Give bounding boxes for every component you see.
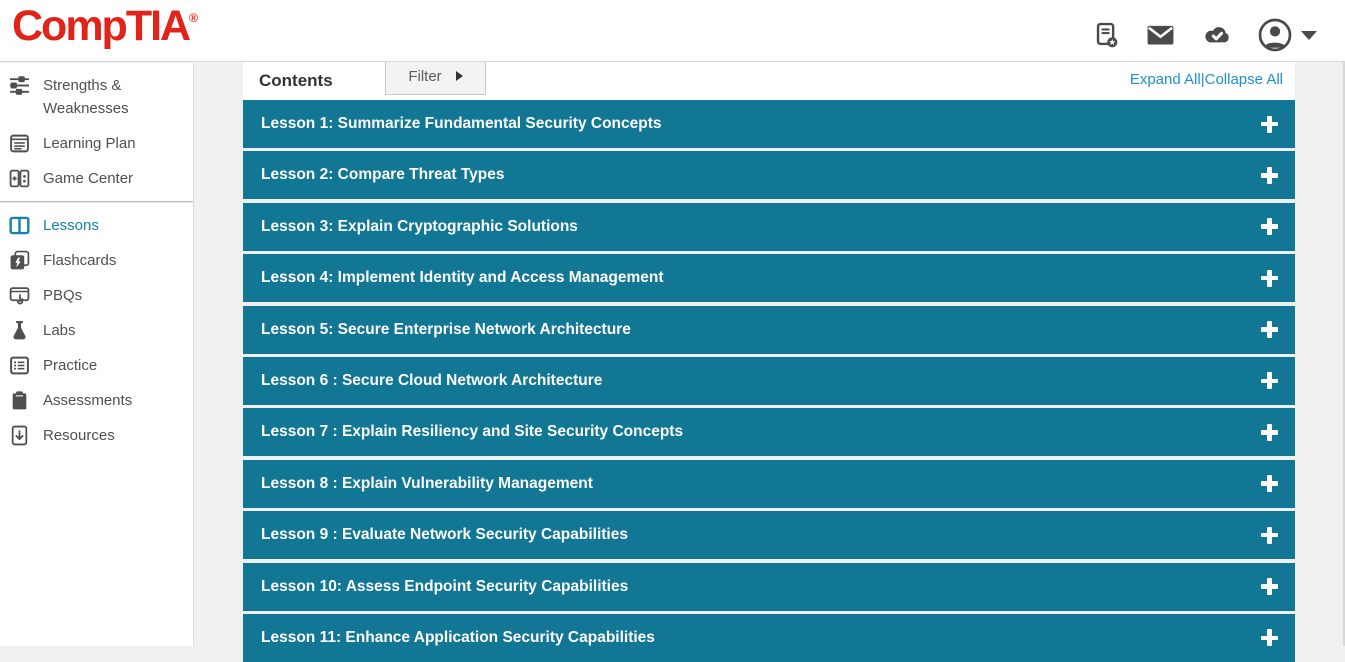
strengths-weaknesses-icon — [9, 75, 30, 96]
lesson-title: Lesson 10: Assess Endpoint Security Capa… — [261, 578, 628, 596]
filter-button-label: Filter — [408, 68, 441, 85]
lesson-accordion[interactable]: Lesson 4: Implement Identity and Access … — [243, 254, 1295, 302]
lesson-accordion[interactable]: Lesson 8 : Explain Vulnerability Managem… — [243, 460, 1295, 508]
account-icon — [1257, 17, 1293, 53]
plus-icon[interactable] — [1261, 527, 1278, 544]
lesson-accordion[interactable]: Lesson 9 : Evaluate Network Security Cap… — [243, 511, 1295, 559]
labs-icon — [9, 320, 30, 341]
lesson-title: Lesson 7 : Explain Resiliency and Site S… — [261, 423, 683, 441]
lesson-accordion[interactable]: Lesson 6 : Secure Cloud Network Architec… — [243, 357, 1295, 405]
sidebar-item-label: Assessments — [43, 389, 132, 412]
plus-icon[interactable] — [1261, 270, 1278, 287]
filter-button[interactable]: Filter — [385, 57, 486, 95]
sidebar-item-learning-plan[interactable]: Learning Plan — [0, 126, 193, 161]
sidebar-item-lessons[interactable]: Lessons — [0, 208, 193, 243]
plus-icon[interactable] — [1261, 424, 1278, 441]
sidebar-item-flashcards[interactable]: Flashcards — [0, 243, 193, 278]
assessments-icon — [9, 390, 30, 411]
flashcards-icon — [9, 250, 30, 271]
mail-icon[interactable] — [1145, 20, 1176, 51]
header-icon-bar — [1092, 17, 1317, 53]
practice-icon — [9, 355, 30, 376]
lesson-title: Lesson 1: Summarize Fundamental Security… — [261, 115, 662, 133]
lesson-accordion-list: Lesson 1: Summarize Fundamental Security… — [243, 100, 1295, 662]
contents-panel: Contents Filter Expand All | Collapse Al… — [243, 62, 1295, 662]
expand-collapse-links: Expand All | Collapse All — [1130, 71, 1283, 88]
plus-icon[interactable] — [1261, 629, 1278, 646]
plus-icon[interactable] — [1261, 321, 1278, 338]
report-icon[interactable] — [1092, 21, 1121, 50]
learning-plan-icon — [9, 133, 30, 154]
sidebar-item-strengths-weaknesses[interactable]: Strengths & Weaknesses — [0, 68, 193, 126]
lesson-accordion[interactable]: Lesson 5: Secure Enterprise Network Arch… — [243, 306, 1295, 354]
sidebar-item-assessments[interactable]: Assessments — [0, 383, 193, 418]
lesson-title: Lesson 9 : Evaluate Network Security Cap… — [261, 526, 628, 544]
sidebar-item-pbqs[interactable]: PBQs — [0, 278, 193, 313]
comptia-logo: CompTIA® — [12, 2, 198, 51]
cloud-sync-icon[interactable] — [1200, 19, 1233, 52]
registered-mark: ® — [189, 11, 198, 25]
sidebar-divider — [0, 201, 193, 203]
lesson-title: Lesson 11: Enhance Application Security … — [261, 629, 655, 647]
resources-icon — [9, 425, 30, 446]
lesson-accordion[interactable]: Lesson 1: Summarize Fundamental Security… — [243, 100, 1295, 148]
lesson-title: Lesson 8 : Explain Vulnerability Managem… — [261, 475, 593, 493]
page-title: Contents — [259, 71, 333, 91]
sidebar-item-label: Labs — [43, 319, 76, 342]
plus-icon[interactable] — [1261, 578, 1278, 595]
lesson-accordion[interactable]: Lesson 7 : Explain Resiliency and Site S… — [243, 408, 1295, 456]
game-center-icon — [9, 168, 30, 189]
caret-down-icon — [1301, 31, 1317, 40]
sidebar-item-label: Strengths & Weaknesses — [43, 74, 187, 120]
app-header: CompTIA® — [0, 0, 1345, 62]
lesson-title: Lesson 6 : Secure Cloud Network Architec… — [261, 372, 602, 390]
sidebar-item-practice[interactable]: Practice — [0, 348, 193, 383]
lesson-title: Lesson 4: Implement Identity and Access … — [261, 269, 664, 287]
lessons-icon — [9, 215, 30, 236]
sidebar-item-label: Lessons — [43, 214, 99, 237]
sidebar-item-label: PBQs — [43, 284, 82, 307]
sidebar-item-label: Practice — [43, 354, 97, 377]
sidebar-item-game-center[interactable]: Game Center — [0, 161, 193, 196]
lesson-title: Lesson 3: Explain Cryptographic Solution… — [261, 218, 578, 236]
lesson-accordion[interactable]: Lesson 11: Enhance Application Security … — [243, 614, 1295, 662]
sidebar-item-label: Resources — [43, 424, 115, 447]
sidebar-item-labs[interactable]: Labs — [0, 313, 193, 348]
lesson-title: Lesson 5: Secure Enterprise Network Arch… — [261, 321, 631, 339]
sidebar-item-label: Flashcards — [43, 249, 116, 272]
plus-icon[interactable] — [1261, 218, 1278, 235]
plus-icon[interactable] — [1261, 167, 1278, 184]
lesson-title: Lesson 2: Compare Threat Types — [261, 166, 504, 184]
lesson-accordion[interactable]: Lesson 10: Assess Endpoint Security Capa… — [243, 563, 1295, 611]
plus-icon[interactable] — [1261, 116, 1278, 133]
account-menu-button[interactable] — [1257, 17, 1317, 53]
contents-header: Contents Filter Expand All | Collapse Al… — [243, 62, 1295, 100]
expand-all-link[interactable]: Expand All — [1130, 71, 1201, 88]
lesson-accordion[interactable]: Lesson 3: Explain Cryptographic Solution… — [243, 203, 1295, 251]
pbqs-icon — [9, 285, 30, 306]
sidebar-item-label: Learning Plan — [43, 132, 136, 155]
caret-right-icon — [456, 71, 463, 81]
plus-icon[interactable] — [1261, 475, 1278, 492]
plus-icon[interactable] — [1261, 372, 1278, 389]
sidebar-item-resources[interactable]: Resources — [0, 418, 193, 453]
lesson-accordion[interactable]: Lesson 2: Compare Threat Types — [243, 151, 1295, 199]
sidebar-item-label: Game Center — [43, 167, 133, 190]
collapse-all-link[interactable]: Collapse All — [1205, 71, 1283, 88]
sidebar-nav: Strengths & Weaknesses Learning Plan Gam… — [0, 63, 194, 646]
